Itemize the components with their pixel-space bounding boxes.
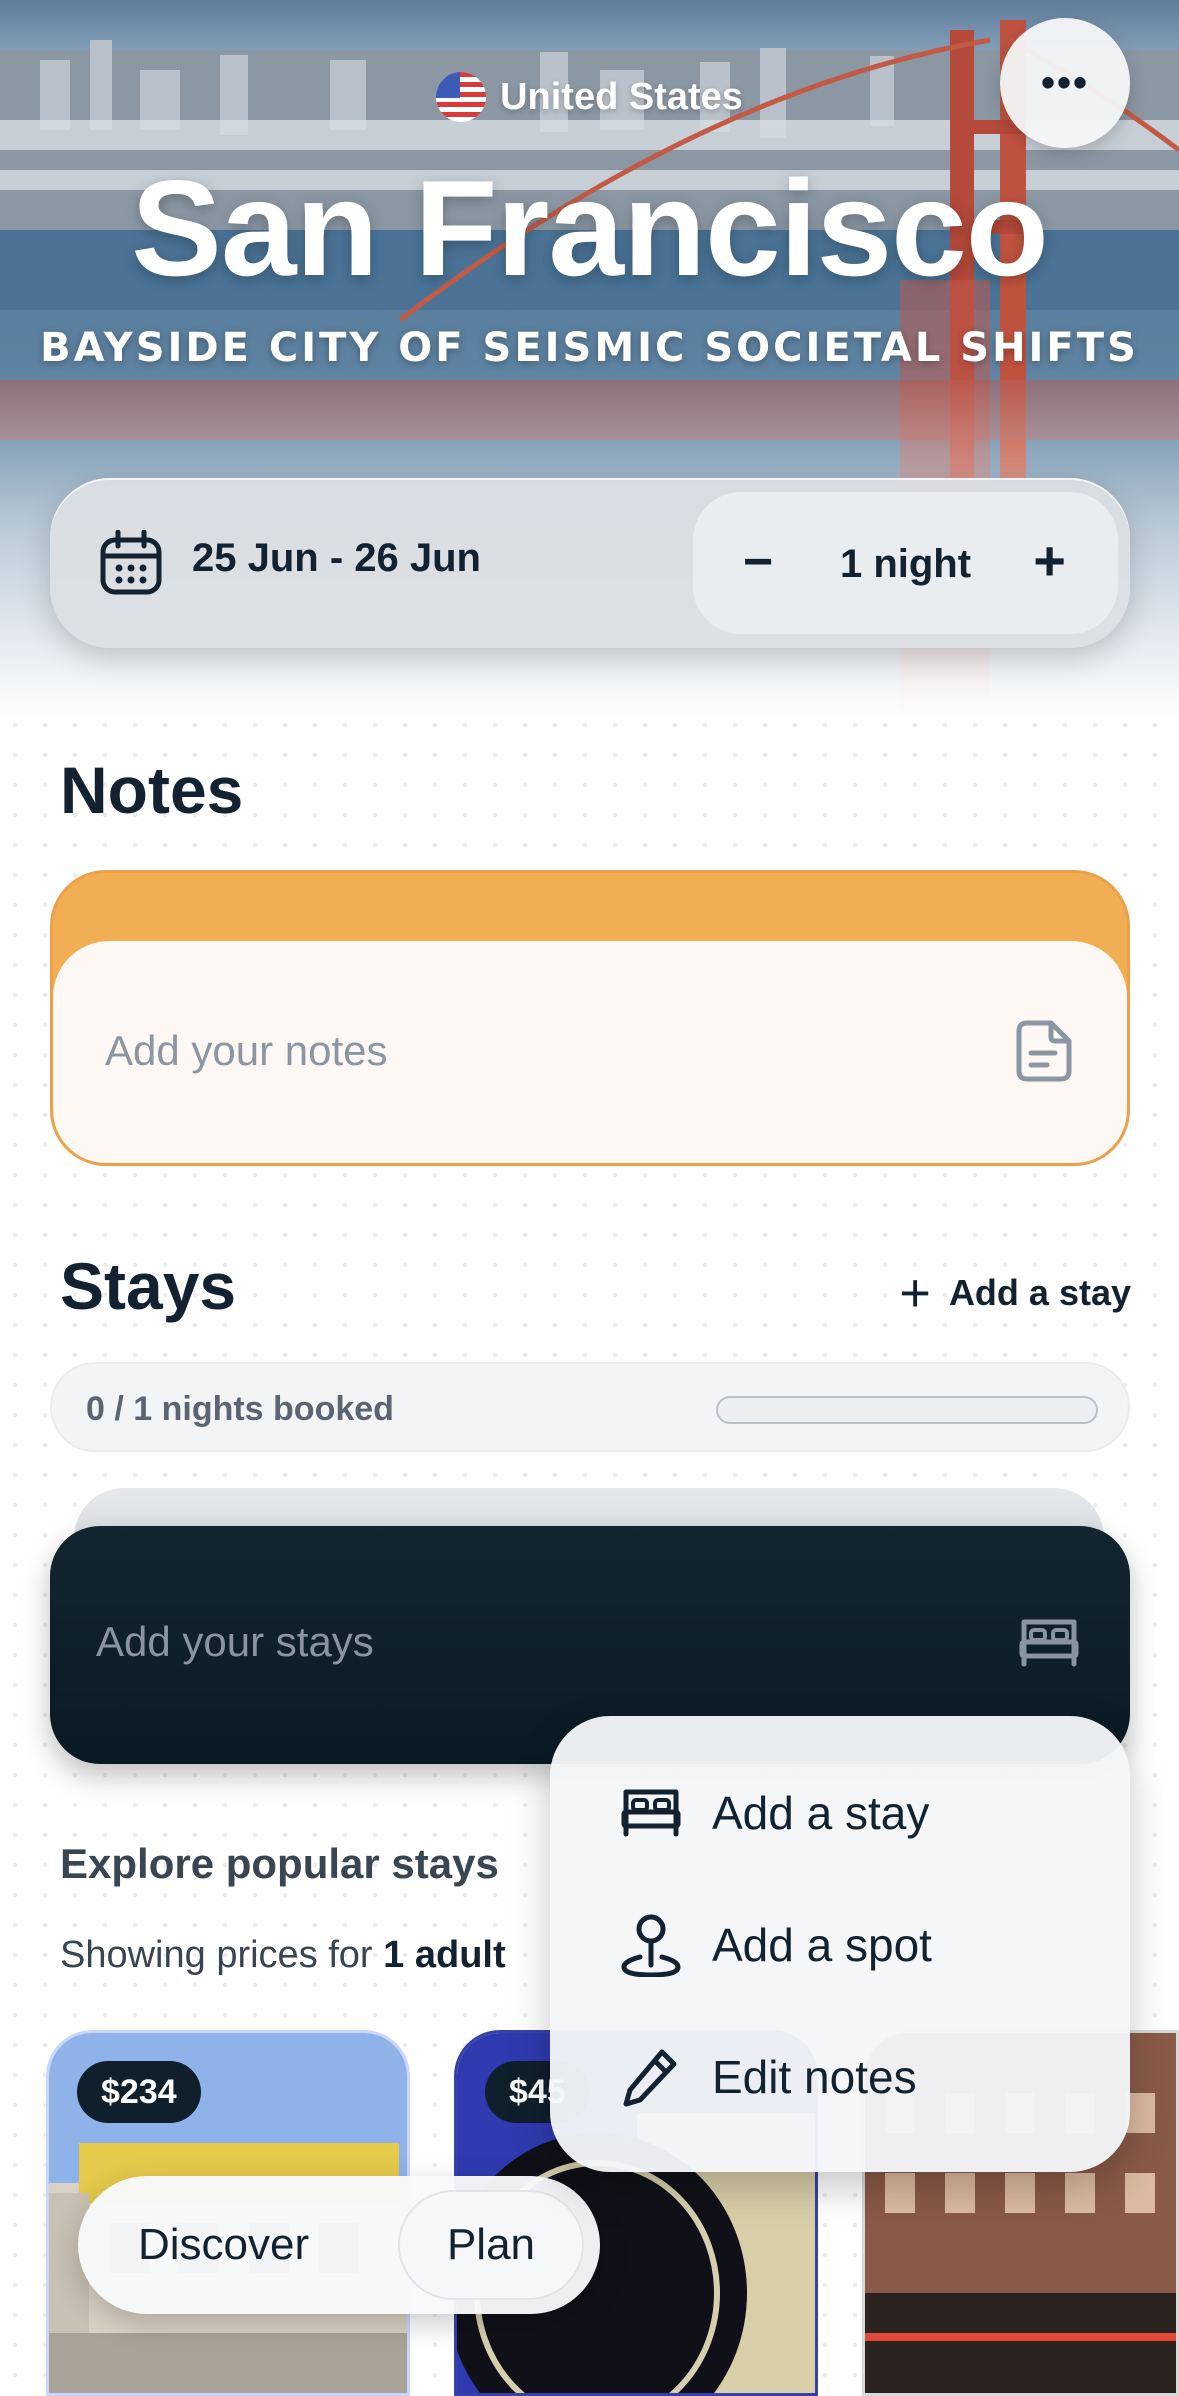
nights-stepper: − 1 night + (693, 492, 1118, 634)
explore-subtitle: Showing prices for 1 adult (60, 1934, 506, 1977)
nights-booked-bar: 0 / 1 nights booked (50, 1362, 1130, 1452)
more-horizontal-icon: ••• (1040, 60, 1089, 105)
guest-count[interactable]: 1 adult (383, 1934, 505, 1976)
tab-discover[interactable]: Discover (138, 2220, 309, 2270)
menu-item-label: Edit notes (712, 2051, 917, 2103)
city-title: San Francisco (131, 152, 1049, 304)
stays-placeholder: Add your stays (96, 1618, 374, 1665)
pin-icon (620, 1914, 682, 1977)
nights-booked-text: 0 / 1 nights booked (86, 1390, 394, 1428)
add-menu-popup: Add a stay Add a spot Edit notes (550, 1716, 1130, 2172)
notes-heading: Notes (60, 753, 244, 827)
add-stay-link[interactable]: + Add a stay (899, 1263, 1131, 1323)
bed-icon (1018, 1618, 1080, 1673)
menu-item-add-stay[interactable]: Add a stay (620, 1782, 929, 1844)
booking-progress (716, 1396, 1098, 1424)
city-tagline: BAYSIDE CITY OF SEISMIC SOCIETAL SHIFTS (40, 325, 1139, 371)
menu-item-label: Add a spot (712, 1919, 932, 1971)
more-options-button[interactable]: ••• (1000, 18, 1130, 148)
document-icon (1015, 1019, 1073, 1088)
notes-placeholder: Add your notes (105, 1027, 388, 1074)
hotel-price: $234 (77, 2061, 201, 2123)
price-note: Showing prices for (60, 1934, 384, 1976)
date-range[interactable]: 25 Jun - 26 Jun (192, 536, 481, 581)
menu-item-label: Add a stay (712, 1787, 930, 1839)
stays-heading: Stays (60, 1249, 237, 1323)
us-flag-icon (436, 72, 487, 122)
country-name: United States (500, 75, 743, 118)
explore-heading: Explore popular stays (60, 1840, 499, 1887)
calendar-icon (100, 529, 162, 601)
bed-icon (620, 1782, 682, 1844)
increment-nights-button[interactable]: + (1033, 528, 1066, 593)
date-selector[interactable]: 25 Jun - 26 Jun − 1 night + (50, 478, 1130, 648)
tab-plan[interactable]: Plan (398, 2190, 584, 2300)
pencil-icon (620, 2046, 682, 2108)
menu-item-add-spot[interactable]: Add a spot (620, 1914, 932, 1977)
notes-card[interactable]: Add your notes (50, 870, 1130, 1166)
add-stay-label: Add a stay (948, 1272, 1131, 1313)
plus-icon: + (899, 1263, 931, 1323)
bottom-navigation: Discover Plan (78, 2176, 600, 2314)
menu-item-edit-notes[interactable]: Edit notes (620, 2046, 917, 2108)
